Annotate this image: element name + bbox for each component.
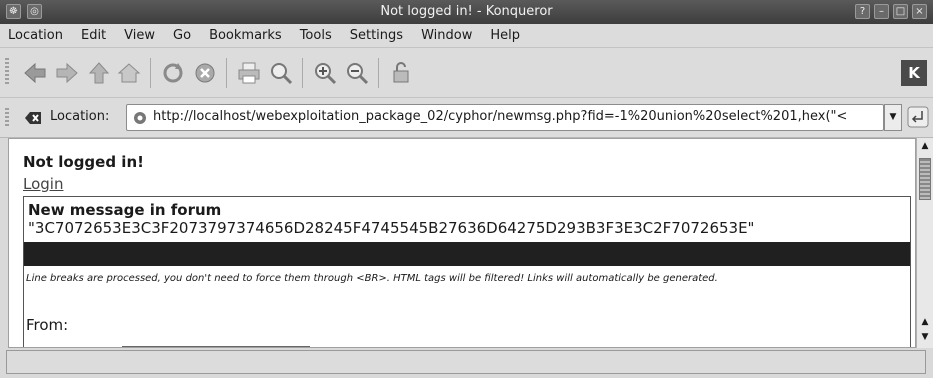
scroll-up-icon[interactable]: ▲	[919, 316, 931, 328]
gear-icon	[134, 112, 146, 124]
menu-bookmarks[interactable]: Bookmarks	[209, 28, 282, 43]
menu-bar: Location Edit View Go Bookmarks Tools Se…	[0, 24, 933, 48]
menu-view[interactable]: View	[124, 28, 155, 43]
scroll-up-icon[interactable]: ▲	[919, 140, 931, 152]
menu-settings[interactable]: Settings	[350, 28, 403, 43]
clear-location-icon[interactable]	[24, 110, 42, 126]
up-icon[interactable]	[84, 58, 114, 88]
menu-tools[interactable]: Tools	[300, 28, 332, 43]
go-icon[interactable]	[907, 106, 929, 128]
login-status: Not logged in!	[23, 153, 144, 171]
menu-help[interactable]: Help	[490, 28, 520, 43]
vertical-scrollbar[interactable]: ▲ ▲ ▼	[916, 138, 933, 348]
find-icon[interactable]	[266, 58, 296, 88]
from-input[interactable]	[122, 346, 310, 347]
reload-icon[interactable]	[158, 58, 188, 88]
section-divider	[24, 242, 910, 266]
title-bar: ☸ ◎ Not logged in! - Konqueror ? – □ ×	[0, 0, 933, 24]
help-icon[interactable]: ?	[855, 4, 870, 19]
login-link[interactable]: Login	[23, 175, 63, 193]
stop-icon[interactable]	[190, 58, 220, 88]
location-bar: Location: http://localhost/webexploitati…	[0, 98, 933, 138]
scrollbar-thumb[interactable]	[919, 158, 931, 200]
toolbar-grip[interactable]	[5, 58, 9, 86]
location-label: Location:	[50, 109, 110, 124]
security-icon[interactable]	[386, 58, 416, 88]
from-label: From:	[26, 316, 69, 334]
main-toolbar: K	[0, 48, 933, 98]
minimize-icon[interactable]: –	[874, 4, 889, 19]
menu-location[interactable]: Location	[8, 28, 63, 43]
status-bar	[0, 348, 933, 378]
forum-name: "3C7072653E3C3F2073797374656D28245F47455…	[28, 219, 755, 237]
home-icon[interactable]	[114, 58, 144, 88]
window-title: Not logged in! - Konqueror	[380, 4, 553, 19]
location-input[interactable]: http://localhost/webexploitation_package…	[126, 104, 884, 131]
new-message-box: New message in forum "3C7072653E3C3F2073…	[23, 196, 911, 347]
forum-heading: New message in forum	[28, 201, 222, 219]
status-text	[6, 350, 926, 374]
print-icon[interactable]	[234, 58, 264, 88]
location-url: http://localhost/webexploitation_package…	[153, 109, 848, 124]
menu-go[interactable]: Go	[173, 28, 191, 43]
maximize-icon[interactable]: □	[893, 4, 908, 19]
location-grip[interactable]	[5, 108, 9, 128]
zoom-in-icon[interactable]	[310, 58, 340, 88]
close-icon[interactable]: ×	[912, 4, 927, 19]
location-dropdown-icon[interactable]: ▼	[884, 104, 902, 131]
menu-window[interactable]: Window	[421, 28, 472, 43]
menu-edit[interactable]: Edit	[81, 28, 106, 43]
forward-icon[interactable]	[52, 58, 82, 88]
zoom-out-icon[interactable]	[342, 58, 372, 88]
page-content: Not logged in! Login New message in foru…	[8, 138, 916, 348]
scroll-down-icon[interactable]: ▼	[919, 331, 931, 343]
formatting-note: Line breaks are processed, you don't nee…	[26, 273, 718, 284]
back-icon[interactable]	[20, 58, 50, 88]
kde-logo-icon: K	[901, 60, 927, 86]
